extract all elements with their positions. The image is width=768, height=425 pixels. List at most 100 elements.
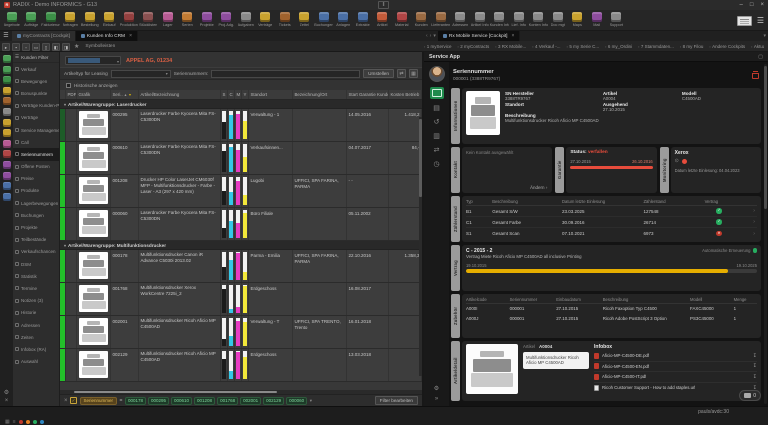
minimize-button[interactable]: – bbox=[740, 2, 743, 8]
toolbar-item-serien[interactable]: Serien bbox=[178, 11, 198, 29]
toolbar-item-support[interactable]: Support bbox=[607, 11, 627, 29]
cockpit-link-1-myservice[interactable]: 1 myService bbox=[424, 44, 452, 49]
table-row-001208[interactable]: 001208Drucker HP Color LaserJet CM6030f … bbox=[60, 175, 422, 208]
zaehlerstand-section-tab[interactable]: Zählerstand bbox=[451, 196, 460, 242]
toolbar-item-lieferanten[interactable]: Lieferanten bbox=[431, 11, 451, 29]
sidebar-item-termine[interactable]: Termine bbox=[13, 282, 59, 294]
toolbar-item-kunden[interactable]: Kunden bbox=[412, 11, 432, 29]
infobox-file-ricoh-customer-support-how-to-add-staples-url[interactable]: Ricoh Customer Support - How to add stap… bbox=[594, 383, 757, 394]
counter-row-b1[interactable]: B1Gesamt S/W23.03.2025127548✓› bbox=[466, 206, 757, 217]
chevron-down-icon[interactable]: ▾ bbox=[310, 398, 312, 404]
clock-icon[interactable]: ◷ bbox=[433, 160, 439, 169]
counter-row-c1[interactable]: C1Gesamt Farbe30.09.201626714✓› bbox=[466, 217, 757, 228]
toolbar-item-st-cklisten[interactable]: Stücklisten bbox=[139, 11, 159, 29]
close-icon[interactable]: × bbox=[129, 33, 132, 39]
toolbar-item-proj-adg[interactable]: Proj.Adg. bbox=[217, 11, 237, 29]
column-header-seri[interactable]: Seri..▲▼ bbox=[111, 90, 139, 99]
cockpit-link-3-rx-mobile[interactable]: 3 RX Mobile... bbox=[495, 44, 526, 49]
serial-filter-input[interactable] bbox=[211, 70, 360, 78]
column-header-m[interactable]: M bbox=[235, 90, 242, 99]
cockpit-link-8-my-filou[interactable]: 8 my Filou bbox=[680, 44, 704, 49]
toolbar-item-vertr-ge[interactable]: Verträge bbox=[256, 11, 276, 29]
avatar[interactable] bbox=[429, 66, 445, 82]
toolbar-item-artikel-info[interactable]: Artikel Info bbox=[470, 11, 490, 29]
sidebar-item-seriennummern[interactable]: Seriennummern bbox=[13, 148, 59, 160]
sort-icon[interactable]: ▲ bbox=[124, 93, 127, 97]
filter-field-chip[interactable]: Seriennummer bbox=[80, 397, 118, 405]
sidebar-item-adressen[interactable]: Adressen bbox=[13, 319, 59, 331]
horizontal-scrollbar-thumb[interactable] bbox=[74, 391, 277, 393]
filter-chip-000060[interactable]: 000060 bbox=[286, 397, 307, 405]
sidebar-item-statistik[interactable]: Statistik bbox=[13, 270, 59, 282]
filter-chip-001768[interactable]: 001768 bbox=[217, 397, 238, 405]
filter-funnel-icon[interactable]: ▼ bbox=[128, 93, 131, 97]
column-header-pdf[interactable]: PDF bbox=[66, 90, 77, 99]
group-header-artikel-warengruppe-multifunktionsdrucker[interactable]: ▾Artikel/Warengruppe: Multifunktionsdruc… bbox=[60, 241, 422, 250]
sidebar-item-produkte[interactable]: Produkte bbox=[13, 185, 59, 197]
grid-icon[interactable]: ▦ bbox=[409, 69, 418, 78]
toolbar-item-projekte[interactable]: Projekte bbox=[197, 11, 217, 29]
toolbar-item-lager[interactable]: Lager bbox=[158, 11, 178, 29]
monitor-icon[interactable]: ⊙ bbox=[675, 158, 679, 164]
quickbar-icon-3[interactable]: ▭ bbox=[32, 43, 40, 51]
toolbar-item-auftr-ge[interactable]: Aufträge bbox=[22, 11, 42, 29]
cockpit-link-5-my-serie-c[interactable]: 5 my Serie C... bbox=[567, 44, 600, 49]
gear-icon[interactable]: ⚙ bbox=[434, 385, 439, 392]
sync-icon[interactable]: ⇄ bbox=[434, 146, 440, 155]
vertrag-section-tab[interactable]: Vertrag bbox=[451, 245, 460, 291]
sidebar-item-infobox-ra[interactable]: Infobox (RA) bbox=[13, 343, 59, 355]
panel-scrollbar-thumb[interactable] bbox=[764, 66, 767, 209]
rail-module-icon-11[interactable] bbox=[3, 172, 11, 180]
toolbar-item-adressen[interactable]: Adressen bbox=[451, 11, 471, 29]
rail-module-icon-10[interactable] bbox=[3, 161, 11, 169]
kontakt-change-link[interactable]: Ändern › bbox=[530, 185, 547, 190]
information-section-tab[interactable]: Informationen bbox=[451, 88, 460, 144]
sidebar-item-projekte[interactable]: Projekte bbox=[13, 221, 59, 233]
toolbar-item-anlagen[interactable]: Anlagen bbox=[334, 11, 354, 29]
toolbar-item-anfragen[interactable]: Anfragen bbox=[61, 11, 81, 29]
documents-icon[interactable]: ▤ bbox=[433, 104, 440, 113]
close-icon[interactable]: × bbox=[5, 398, 9, 404]
sidebar-item-verkaufschancen[interactable]: Verkaufschancen bbox=[13, 246, 59, 258]
sheet-icon[interactable]: ▥ bbox=[433, 132, 440, 141]
rail-module-icon-0[interactable] bbox=[3, 55, 11, 63]
rail-module-icon-4[interactable] bbox=[3, 97, 11, 105]
horizontal-scrollbar[interactable] bbox=[60, 390, 422, 394]
display-toggle-icon[interactable] bbox=[737, 16, 752, 26]
nav-dropdown-icon[interactable]: ▾ bbox=[433, 33, 436, 39]
table-row-000610[interactable]: 000610Laserdrucker Farbe Kyocera Mita FS… bbox=[60, 142, 422, 175]
cockpit-link-7-stammdaten[interactable]: 7 Stammdaten... bbox=[638, 44, 674, 49]
column-header-s[interactable]: S bbox=[221, 90, 228, 99]
chevron-right-icon[interactable]: › bbox=[734, 208, 757, 214]
table-row-001768[interactable]: 001768Multifunktionsdrucker Xerox WorkCe… bbox=[60, 283, 422, 316]
tab-rx-mobile-service-cockpit[interactable]: Rx Mobile Service [Cockpit]× bbox=[438, 31, 521, 41]
tab-mycontracts-cockpit[interactable]: myContracts [Cockpit] bbox=[12, 31, 76, 41]
accessory-row-0[interactable]: A000I00000127.10.2015Ricoh Faxoption Typ… bbox=[466, 304, 757, 314]
column-header-artikel-bezeichnung[interactable]: Artikel/Bezeichnung bbox=[139, 90, 221, 99]
sidebar-item-lagerbewegungen[interactable]: Lagerbewegungen bbox=[13, 197, 59, 209]
cockpit-link-andere-cockpits[interactable]: Andere Cockpits bbox=[709, 44, 745, 49]
column-header-standort[interactable]: Standort bbox=[249, 90, 293, 99]
lines-icon[interactable]: ≡ bbox=[13, 419, 16, 425]
column-header-y[interactable]: Y bbox=[242, 90, 249, 99]
toolbar-item-lief-info[interactable]: Lief. Info bbox=[509, 11, 529, 29]
toolbar-item-buchungen[interactable]: Buchungen bbox=[314, 11, 334, 29]
vertical-scrollbar[interactable] bbox=[419, 117, 422, 376]
toolbar-item-extrakte[interactable]: Extrakte bbox=[353, 11, 373, 29]
quickbar-icon-4[interactable]: ▯ bbox=[42, 43, 50, 51]
panel-scrollbar[interactable] bbox=[764, 64, 767, 404]
zubehoer-section-tab[interactable]: Zubehör bbox=[451, 294, 460, 338]
column-header-start-garantie-kunde[interactable]: Start Garantie Kunde bbox=[347, 90, 389, 99]
close-icon[interactable]: × bbox=[512, 33, 515, 39]
print-queue-badge[interactable]: 0 bbox=[739, 390, 761, 401]
infobox-file-aficio-mp-c4500-en-pdf[interactable]: Aficio-MP-C4500-EN.pdf↧ bbox=[594, 362, 757, 373]
toolbar-item-fakturierung[interactable]: Fakturierung bbox=[41, 11, 61, 29]
sidebar-item-vertr-ge[interactable]: Verträge bbox=[13, 112, 59, 124]
toolbar-item-tickets[interactable]: Tickets bbox=[275, 11, 295, 29]
toolbar-item-produktion[interactable]: Produktion bbox=[119, 11, 139, 29]
garantie-section-tab[interactable]: Garantie bbox=[555, 147, 564, 193]
leasing-filter-select[interactable]: ▾ bbox=[111, 70, 171, 78]
sidebar-item-notizen-3[interactable]: Notizen (3) bbox=[13, 295, 59, 307]
kontakt-section-tab[interactable]: Kontakt bbox=[451, 147, 460, 193]
column-header-grafik[interactable]: Grafik bbox=[77, 90, 111, 99]
